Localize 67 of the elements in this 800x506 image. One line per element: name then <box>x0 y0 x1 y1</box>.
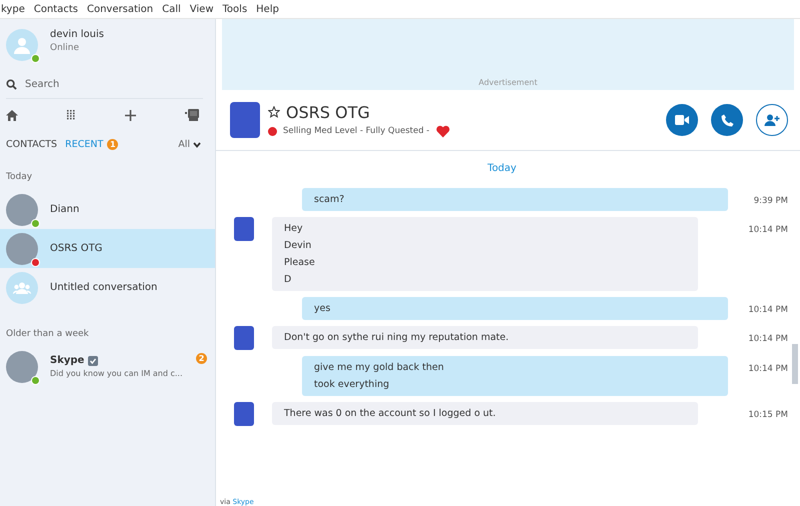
profile-avatar[interactable] <box>6 29 38 61</box>
section-heading: Older than a week <box>5 328 90 341</box>
contact-card-icon[interactable] <box>184 109 199 121</box>
message-text: give me my gold back then <box>314 362 445 373</box>
message-time: 10:14 PM <box>748 304 788 315</box>
message-text: Don't go on sythe rui ning my reputation mate. <box>284 332 510 343</box>
mood-message: Selling Med Level - Fully Quested - <box>283 126 430 136</box>
message-time: 10:14 PM <box>748 333 788 344</box>
avatar-photo-placeholder <box>230 102 260 138</box>
menu-item[interactable]: kype <box>1 4 25 14</box>
message-time: 10:14 PM <box>748 363 788 374</box>
message-text: yes <box>314 303 332 314</box>
search-field[interactable]: Search <box>25 79 175 90</box>
add-person-icon <box>764 114 780 126</box>
menu-item[interactable]: Conversation <box>86 4 154 14</box>
contact-name: OSRS OTG <box>50 243 102 254</box>
dialpad-icon[interactable] <box>67 110 76 120</box>
chat-list-item[interactable]: OSRS OTG <box>0 229 215 268</box>
menu-item[interactable]: Call <box>162 4 181 14</box>
add-people-button[interactable] <box>756 104 788 136</box>
message-text: Hey <box>284 223 304 234</box>
heart-icon <box>436 124 450 138</box>
add-icon[interactable] <box>124 110 136 120</box>
chat-list-item[interactable]: Skype Did you know you can IM and c... 2 <box>0 347 215 386</box>
menu-item[interactable]: Tools <box>222 4 248 14</box>
scrollbar[interactable] <box>792 344 798 384</box>
message-time: 9:39 PM <box>754 195 788 206</box>
group-icon <box>13 282 31 294</box>
star-icon[interactable] <box>268 106 280 118</box>
contact-name: Skype <box>50 355 84 366</box>
message-text: Please <box>284 257 316 268</box>
message-time: 10:14 PM <box>748 224 788 235</box>
advertisement-label: Advertisement <box>478 78 538 87</box>
day-label: Today <box>486 162 518 176</box>
message-preview: Did you know you can IM and c... <box>50 369 184 378</box>
video-camera-icon <box>675 115 689 125</box>
avatar-photo-placeholder <box>234 326 254 350</box>
menu-item[interactable]: Help <box>256 4 279 14</box>
video-call-button[interactable] <box>666 104 698 136</box>
conversation-title: OSRS OTG <box>286 102 370 122</box>
chat-list-item[interactable]: Untitled conversation <box>0 268 215 307</box>
chevron-down-icon <box>193 142 201 148</box>
filter-dropdown[interactable]: All <box>178 139 201 150</box>
home-icon[interactable] <box>6 110 18 120</box>
avatar-photo-placeholder <box>234 217 254 241</box>
message-text: scam? <box>314 194 346 205</box>
chat-list-item[interactable]: Diann <box>0 190 215 229</box>
profile-name: devin louis <box>50 29 104 40</box>
search-icon <box>6 79 17 90</box>
menu-item[interactable]: Contacts <box>34 4 78 14</box>
phone-icon <box>720 114 734 126</box>
avatar-photo-placeholder <box>234 402 254 426</box>
person-icon <box>13 36 31 54</box>
message-text: Devin <box>284 240 312 251</box>
tab[interactable]: CONTACTS <box>6 139 58 150</box>
call-button[interactable] <box>711 104 743 136</box>
contact-name: Untitled conversation <box>50 282 158 293</box>
message-text: There was 0 on the account so I logged o ut. <box>284 408 497 419</box>
section-heading: Today <box>5 171 34 184</box>
message-text: D <box>284 274 292 285</box>
profile-status[interactable]: Online <box>50 43 104 53</box>
unread-badge: 1 <box>107 139 118 150</box>
message-time: 10:15 PM <box>748 409 788 420</box>
menu-item[interactable]: View <box>190 4 214 14</box>
contact-name: Diann <box>50 204 80 215</box>
unread-badge: 2 <box>196 353 207 364</box>
message-text: took everything <box>314 379 390 390</box>
